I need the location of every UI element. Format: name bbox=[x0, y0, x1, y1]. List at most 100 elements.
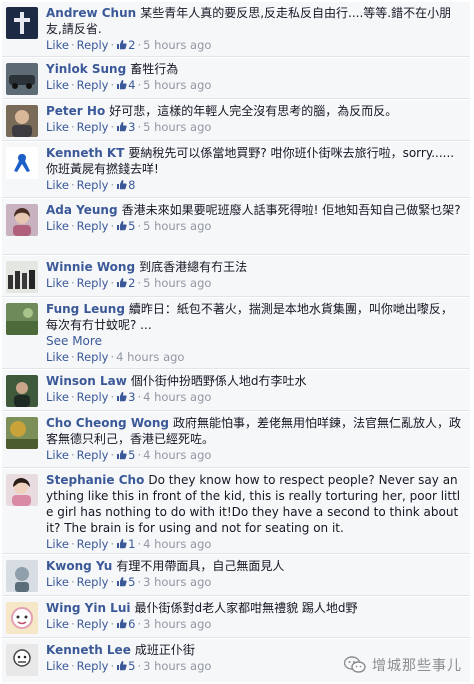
avatar[interactable] bbox=[6, 7, 38, 39]
thumbs-up-icon bbox=[116, 390, 127, 406]
comment-text: 香港未來如果要呢班廢人話事死得啦! 佢地知吾知自己做緊乜架? bbox=[121, 203, 461, 217]
thumbs-up-icon bbox=[116, 537, 127, 553]
commenter-name[interactable]: Peter Ho bbox=[46, 104, 105, 118]
reply-link[interactable]: Reply bbox=[77, 448, 109, 462]
thumbs-up-icon bbox=[116, 178, 127, 194]
commenter-name[interactable]: Ada Yeung bbox=[46, 203, 118, 217]
like-link[interactable]: Like bbox=[46, 617, 69, 631]
like-link[interactable]: Like bbox=[46, 575, 69, 589]
thumbs-up-icon bbox=[116, 38, 127, 54]
avatar[interactable] bbox=[6, 474, 38, 506]
comment-item: Stephanie Cho Do they know how to respect… bbox=[2, 469, 470, 554]
reply-link[interactable]: Reply bbox=[77, 178, 109, 192]
avatar[interactable] bbox=[6, 261, 38, 293]
like-link[interactable]: Like bbox=[46, 178, 69, 192]
avatar[interactable] bbox=[6, 147, 38, 179]
like-link[interactable]: Like bbox=[46, 78, 69, 92]
thumbs-up-icon bbox=[116, 276, 127, 292]
comment-text: 有理不用帶面具，自己無面見人 bbox=[116, 559, 285, 573]
like-link[interactable]: Like bbox=[46, 537, 69, 551]
comment-item: Fung Leung 續昨日：紙包不著火，揣測是本地水貨集團，叫你哋出嚟反，每次有… bbox=[2, 298, 470, 369]
timestamp[interactable]: 5 hours ago bbox=[143, 120, 211, 134]
reply-link[interactable]: Reply bbox=[77, 78, 109, 92]
like-link[interactable]: Like bbox=[46, 38, 69, 52]
avatar[interactable] bbox=[6, 602, 38, 634]
comment-item: Kenneth KT 要納稅先可以係當地買野? 咁你班仆街咪去旅行啦，sorry.… bbox=[2, 142, 470, 198]
comment-meta: Like · Reply · 8 bbox=[46, 178, 136, 194]
thumbs-up-icon bbox=[116, 617, 127, 633]
comment-item: Winnie Wong 到底香港總有冇王法 Like · Reply · 2 · 5 hour… bbox=[2, 256, 470, 297]
like-link[interactable]: Like bbox=[46, 659, 69, 673]
timestamp[interactable]: 5 hours ago bbox=[143, 219, 211, 233]
comment-meta: Like · Reply · 2 · 5 hours ago bbox=[46, 38, 212, 54]
commenter-name[interactable]: Kenneth Lee bbox=[46, 643, 131, 657]
timestamp[interactable]: 4 hours ago bbox=[143, 448, 211, 462]
timestamp[interactable]: 4 hours ago bbox=[143, 390, 211, 404]
avatar[interactable] bbox=[6, 375, 38, 407]
commenter-name[interactable]: Fung Leung bbox=[46, 302, 125, 316]
see-more-link[interactable]: See More bbox=[46, 333, 464, 349]
comment-meta: Like · Reply · 2 · 5 hours ago bbox=[46, 276, 212, 292]
thumbs-up-icon bbox=[116, 78, 127, 94]
commenter-name[interactable]: Cho Cheong Wong bbox=[46, 416, 169, 430]
reply-link[interactable]: Reply bbox=[77, 659, 109, 673]
comment-item: Cho Cheong Wong 政府無能怕事，差佬無用怕咩鍊，法官無仁亂放人，政客… bbox=[2, 412, 470, 468]
reply-link[interactable]: Reply bbox=[77, 219, 109, 233]
timestamp[interactable]: 5 hours ago bbox=[143, 78, 211, 92]
comment-item: Yinlok Sung 畜牲行為 Like · Reply · 4 · 5 hours ago bbox=[2, 58, 470, 99]
comment-text: 畜牲行為 bbox=[130, 62, 179, 76]
comment-text: 最仆街係對d老人家都咁無禮貌 踢人地d野 bbox=[134, 601, 358, 615]
reply-link[interactable]: Reply bbox=[77, 537, 109, 551]
comment-list: Andrew Chun 某些青年人真的要反思,反走私反自由行....等等.錯不在小… bbox=[0, 0, 474, 684]
timestamp[interactable]: 3 hours ago bbox=[143, 659, 211, 673]
timestamp[interactable]: 3 hours ago bbox=[143, 617, 211, 631]
commenter-name[interactable]: Wing Yin Lui bbox=[46, 601, 131, 615]
avatar[interactable] bbox=[6, 303, 38, 335]
commenter-name[interactable]: Yinlok Sung bbox=[46, 62, 126, 76]
comment-meta: Like · Reply · 3 · 5 hours ago bbox=[46, 120, 212, 136]
comment-item: Peter Ho 好可悲，這樣的年輕人完全沒有思考的腦，為反而反。 Like · Re… bbox=[2, 100, 470, 141]
thumbs-up-icon bbox=[116, 448, 127, 464]
like-count[interactable]: 8 bbox=[128, 178, 135, 192]
comment-meta: Like · Reply · 3 · 4 hours ago bbox=[46, 390, 212, 406]
like-link[interactable]: Like bbox=[46, 350, 69, 364]
avatar[interactable] bbox=[6, 63, 38, 95]
reply-link[interactable]: Reply bbox=[77, 38, 109, 52]
comment-meta: Like · Reply · 5 · 3 hours ago bbox=[46, 575, 212, 589]
avatar[interactable] bbox=[6, 644, 38, 676]
like-link[interactable]: Like bbox=[46, 219, 69, 233]
comment-item: Winson Law 個仆街仲扮晒野係人地d冇李吐水 Like · Reply · 3 · 4… bbox=[2, 370, 470, 411]
thumbs-up-icon bbox=[116, 659, 127, 675]
like-link[interactable]: Like bbox=[46, 390, 69, 404]
timestamp[interactable]: 4 hours ago bbox=[143, 537, 211, 551]
thumbs-up-icon bbox=[116, 120, 127, 136]
reply-link[interactable]: Reply bbox=[77, 120, 109, 134]
reply-link[interactable]: Reply bbox=[77, 575, 109, 589]
commenter-name[interactable]: Kwong Yu bbox=[46, 559, 112, 573]
avatar[interactable] bbox=[6, 417, 38, 449]
commenter-name[interactable]: Andrew Chun bbox=[46, 6, 136, 20]
commenter-name[interactable]: Kenneth KT bbox=[46, 146, 124, 160]
like-link[interactable]: Like bbox=[46, 448, 69, 462]
like-link[interactable]: Like bbox=[46, 120, 69, 134]
timestamp[interactable]: 3 hours ago bbox=[143, 575, 211, 589]
avatar[interactable] bbox=[6, 105, 38, 137]
reply-link[interactable]: Reply bbox=[77, 350, 109, 364]
avatar[interactable] bbox=[6, 204, 38, 236]
comment-meta: Like · Reply · 5 · 4 hours ago bbox=[46, 448, 212, 464]
timestamp[interactable]: 5 hours ago bbox=[143, 276, 211, 290]
comment-meta: Like · Reply · 5 · 5 hours ago bbox=[46, 219, 212, 233]
comment-meta: Like · Reply · 4 hours ago bbox=[46, 350, 185, 364]
commenter-name[interactable]: Stephanie Cho bbox=[46, 473, 144, 487]
commenter-name[interactable]: Winson Law bbox=[46, 374, 127, 388]
reply-link[interactable]: Reply bbox=[77, 276, 109, 290]
commenter-name[interactable]: Winnie Wong bbox=[46, 260, 135, 274]
like-link[interactable]: Like bbox=[46, 276, 69, 290]
reply-link[interactable]: Reply bbox=[77, 617, 109, 631]
avatar[interactable] bbox=[6, 560, 38, 592]
reply-link[interactable]: Reply bbox=[77, 390, 109, 404]
comment-text: 成班正仆街 bbox=[134, 643, 195, 657]
comment-item: Ada Yeung 香港未來如果要呢班廢人話事死得啦! 佢地知吾知自己做緊乜架? … bbox=[2, 199, 470, 255]
timestamp[interactable]: 4 hours ago bbox=[116, 350, 184, 364]
timestamp[interactable]: 5 hours ago bbox=[143, 38, 211, 52]
